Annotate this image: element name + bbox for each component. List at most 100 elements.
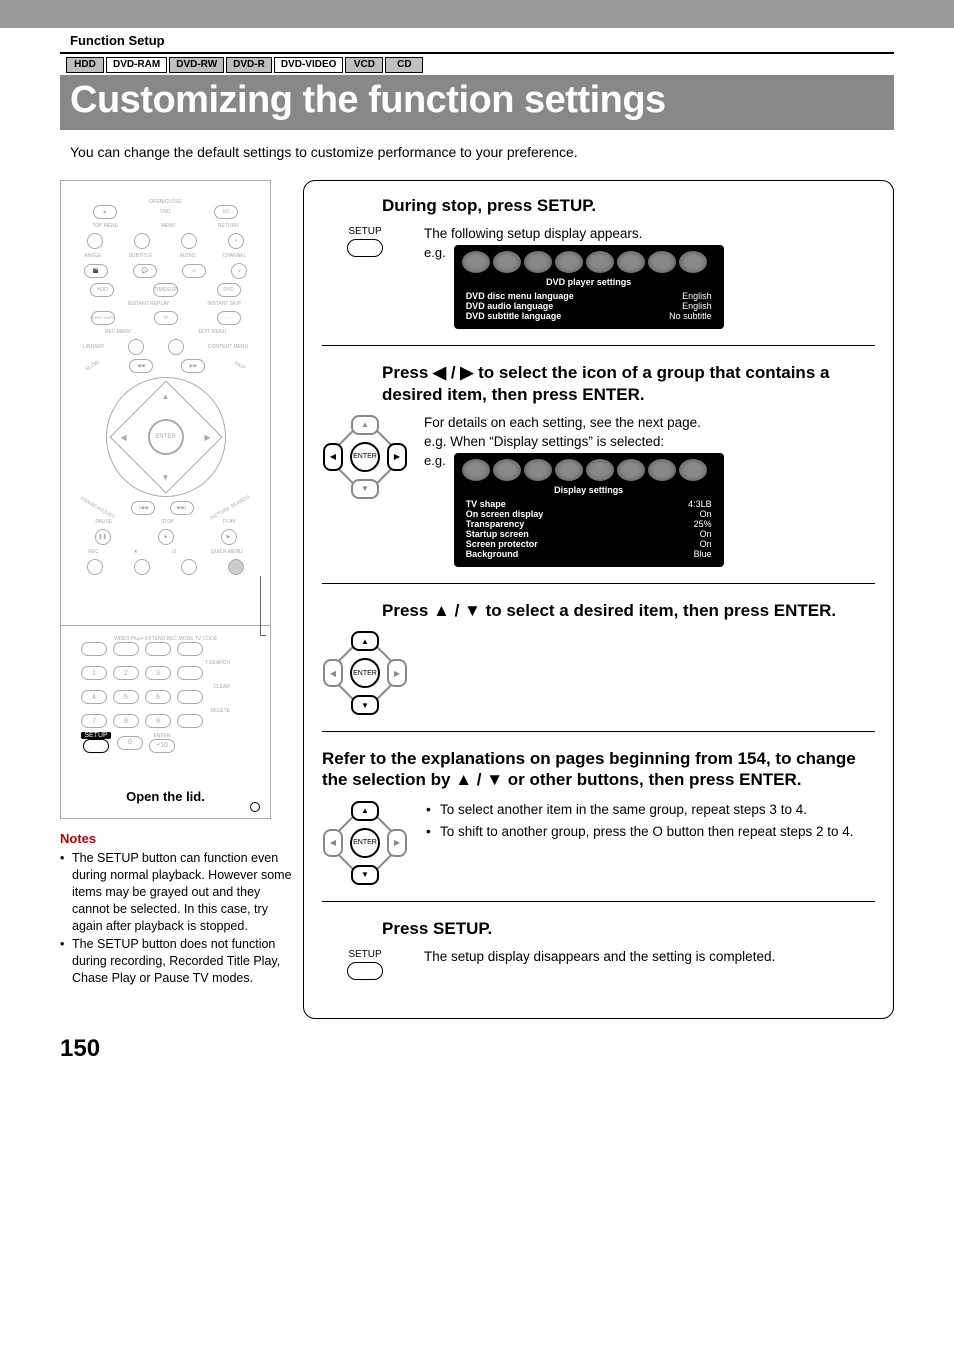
cat-hdd: HDD xyxy=(66,57,104,73)
osd-dvd-player-settings: DVD player settings DVD disc menu langua… xyxy=(454,245,724,329)
eg-label-1: e.g. xyxy=(424,245,446,260)
remote-lid: VIDEO Plus+ EXTEND REC MODE TV CODE T.SE… xyxy=(60,626,271,819)
plus10-btn: +10 xyxy=(149,739,175,753)
enter-center-3: ENTER xyxy=(350,658,380,688)
enter-pad-ud: ▲ ▼ ◀ ▶ ENTER xyxy=(323,631,407,715)
osd2-title: Display settings xyxy=(462,485,716,495)
notes-heading: Notes xyxy=(60,831,295,846)
angle-label: ANGLE xyxy=(85,253,102,259)
osd2-r3v: 25% xyxy=(694,519,712,529)
frame-adjust-label: FRAME/ADJUST xyxy=(79,496,115,520)
osd1-title: DVD player settings xyxy=(462,277,716,287)
pause-label: PAUSE xyxy=(95,519,112,525)
cat-vcd: VCD xyxy=(345,57,383,73)
step4-bullet2: To shift to another group, press the O b… xyxy=(424,823,875,841)
enter-label-remote: ENTER xyxy=(154,733,171,739)
setup-button-icon: SETUP xyxy=(347,226,383,257)
function-setup-label: Function Setup xyxy=(70,33,165,48)
dvd-label: DVD xyxy=(160,209,171,215)
open-lid-label: Open the lid. xyxy=(71,789,260,804)
cat-dvd-ram: DVD-RAM xyxy=(106,57,167,73)
osd2-r6v: Blue xyxy=(694,549,712,559)
enter-btn: ENTER xyxy=(148,419,184,455)
audio-label: AUDIO xyxy=(180,253,196,259)
channel-label: CHANNEL xyxy=(223,253,247,259)
osd2-r2k: On screen display xyxy=(466,509,544,519)
osd1-r2v: English xyxy=(682,301,712,311)
library-label: LIBRARY xyxy=(83,344,104,350)
note-2: The SETUP button does not function durin… xyxy=(60,936,295,987)
lid-indicator-icon xyxy=(250,802,260,812)
osd2-r1k: TV shape xyxy=(466,499,506,509)
osd2-r5v: On xyxy=(700,539,712,549)
osd2-r4k: Startup screen xyxy=(466,529,529,539)
easy-navi-btn: EASY NAVI xyxy=(91,311,115,325)
osd-display-settings: Display settings TV shape 4:3LB On screen… xyxy=(454,453,724,567)
enter-center-4: ENTER xyxy=(350,828,380,858)
enter-center-2: ENTER xyxy=(350,442,380,472)
osd2-r3k: Transparency xyxy=(466,519,525,529)
quick-menu-label: QUICK MENU xyxy=(211,549,243,555)
rec-menu-label: REC MENU xyxy=(105,329,132,335)
rec-label: REC xyxy=(88,549,99,555)
play-label: PLAY xyxy=(223,519,235,525)
instant-replay-label: INSTANT REPLAY xyxy=(128,301,170,307)
intro-text: You can change the default settings to c… xyxy=(60,130,894,180)
setup-button-icon-2: SETUP xyxy=(347,949,383,980)
osd1-r3v: No subtitle xyxy=(669,311,712,321)
osd1-r3k: DVD subtitle language xyxy=(466,311,562,321)
hdd-btn: HDD xyxy=(90,283,114,297)
osd2-r4v: On xyxy=(700,529,712,539)
cat-dvd-video: DVD-VIDEO xyxy=(274,57,344,73)
note-1: The SETUP button can function even durin… xyxy=(60,850,295,934)
menu-label: MENU xyxy=(161,223,176,229)
cat-cd: CD xyxy=(385,57,423,73)
remote-illustration: OPEN/CLOSE ▲DVDI/⏻ TOP MENUMENURETURN ∧ … xyxy=(60,180,271,626)
media-category-row: HDD DVD-RAM DVD-RW DVD-R DVD-VIDEO VCD C… xyxy=(60,54,894,73)
step5-sub: The setup display disappears and the set… xyxy=(424,949,875,964)
star-label: ★ xyxy=(133,549,137,555)
subtitle-label: SUBTITLE xyxy=(129,253,153,259)
osd1-r2k: DVD audio language xyxy=(466,301,554,311)
top-menu-label: TOP MENU xyxy=(92,223,118,229)
osd1-r1k: DVD disc menu language xyxy=(466,291,574,301)
title-band: Customizing the function settings xyxy=(60,75,894,130)
step2-sub1: For details on each setting, see the nex… xyxy=(424,415,875,430)
page-title: Customizing the function settings xyxy=(70,79,884,122)
top-grey-bar xyxy=(0,0,954,28)
eg-label-2: e.g. xyxy=(424,453,446,468)
osd2-r5k: Screen protector xyxy=(466,539,538,549)
osd2-r2v: On xyxy=(700,509,712,519)
step2-sub2: e.g. When “Display settings” is selected… xyxy=(424,434,875,449)
tv-code-label: TV CODE xyxy=(195,636,217,642)
setup-btn-label-2: SETUP xyxy=(348,949,381,960)
instant-skip-label: INSTANT SKIP xyxy=(207,301,241,307)
step1-heading: During stop, press SETUP. xyxy=(382,195,875,216)
notes-section: Notes The SETUP button can function even… xyxy=(60,831,295,989)
picture-search-label: PICTURE SEARCH xyxy=(210,494,251,521)
step5-heading: Press SETUP. xyxy=(382,918,875,939)
stop-label: STOP xyxy=(161,519,175,525)
edit-menu-label: EDIT MENU xyxy=(199,329,226,335)
step4-heading: Refer to the explanations on pages begin… xyxy=(322,748,875,791)
dpad: ▲▼◀▶ ENTER xyxy=(106,377,226,497)
cat-dvd-r: DVD-R xyxy=(226,57,272,73)
enter-pad-ud-2: ▲ ▼ ◀ ▶ ENTER xyxy=(323,801,407,885)
function-setup-header: Function Setup xyxy=(60,28,894,54)
setup-btn-label: SETUP xyxy=(348,226,381,237)
enter-pad-lr: ▲ ▼ ◀ ▶ ENTER xyxy=(323,415,407,499)
o-label: O xyxy=(172,549,176,555)
slow-label: SLOW xyxy=(85,360,101,373)
osd1-r1v: English xyxy=(682,291,712,301)
step4-bullet1: To select another item in the same group… xyxy=(424,801,875,819)
timeslip-btn: TIMESLIP xyxy=(153,283,178,297)
return-label: RETURN xyxy=(218,223,239,229)
step1-sub: The following setup display appears. xyxy=(424,226,875,241)
setup-btn-remote xyxy=(83,739,109,753)
skip-label: SKIP xyxy=(233,361,246,372)
page-number: 150 xyxy=(0,1019,954,1063)
osd2-r6k: Background xyxy=(466,549,519,559)
content-menu-label: CONTENT MENU xyxy=(208,344,248,350)
setup-label-remote: SETUP xyxy=(81,732,111,739)
osd2-r1v: 4:3LB xyxy=(688,499,712,509)
